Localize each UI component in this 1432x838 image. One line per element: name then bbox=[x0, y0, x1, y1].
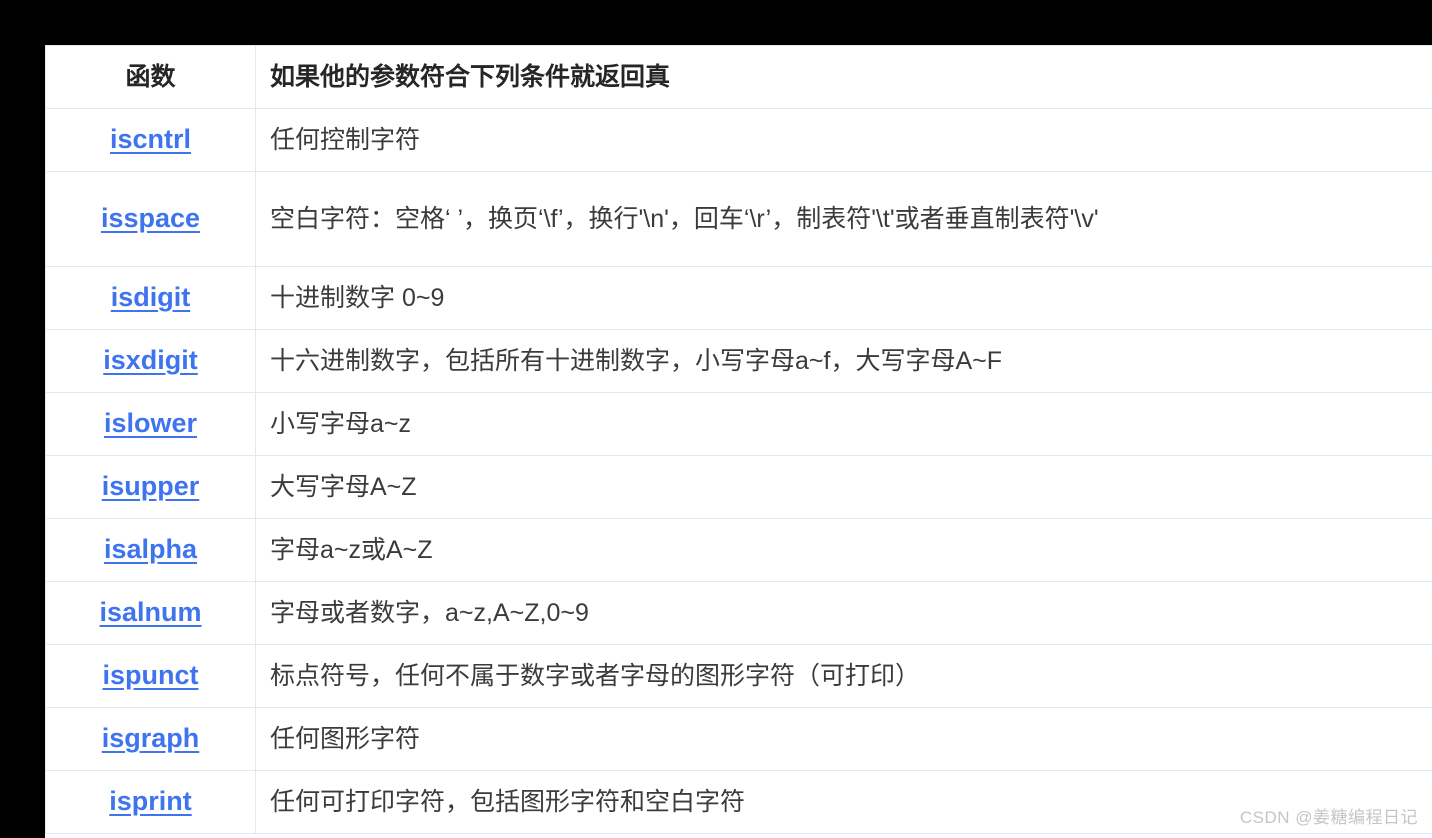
table-cell-function: isalpha bbox=[45, 518, 256, 582]
table-container: 函数 如果他的参数符合下列条件就返回真 iscntrl 任何控制字符 isspa… bbox=[45, 45, 1432, 838]
table-row: isalpha 字母a~z或A~Z bbox=[45, 518, 1432, 582]
table-cell-description: 大写字母A~Z bbox=[255, 455, 1432, 519]
ctype-function-table: 函数 如果他的参数符合下列条件就返回真 iscntrl 任何控制字符 isspa… bbox=[45, 45, 1432, 834]
function-link-isxdigit[interactable]: isxdigit bbox=[103, 345, 198, 375]
table-row: islower 小写字母a~z bbox=[45, 392, 1432, 456]
table-cell-description: 标点符号，任何不属于数字或者字母的图形字符（可打印） bbox=[255, 644, 1432, 708]
function-link-isdigit[interactable]: isdigit bbox=[111, 282, 191, 312]
table-cell-description: 小写字母a~z bbox=[255, 392, 1432, 456]
table-header: 函数 如果他的参数符合下列条件就返回真 bbox=[45, 45, 1432, 109]
function-link-isupper[interactable]: isupper bbox=[102, 471, 200, 501]
table-cell-function: isdigit bbox=[45, 266, 256, 330]
function-link-isprint[interactable]: isprint bbox=[109, 786, 192, 816]
function-link-isalpha[interactable]: isalpha bbox=[104, 534, 197, 564]
function-link-islower[interactable]: islower bbox=[104, 408, 197, 438]
table-cell-function: isxdigit bbox=[45, 329, 256, 393]
page-root: 函数 如果他的参数符合下列条件就返回真 iscntrl 任何控制字符 isspa… bbox=[0, 0, 1432, 838]
table-row: isupper 大写字母A~Z bbox=[45, 455, 1432, 519]
table-cell-function: isalnum bbox=[45, 581, 256, 645]
table-row: isspace 空白字符：空格‘ ’，换页‘\f’，换行'\n'，回车‘\r’，… bbox=[45, 171, 1432, 267]
table-body: iscntrl 任何控制字符 isspace 空白字符：空格‘ ’，换页‘\f’… bbox=[45, 108, 1432, 834]
function-link-iscntrl[interactable]: iscntrl bbox=[110, 124, 191, 154]
table-cell-function: isspace bbox=[45, 171, 256, 267]
function-link-isalnum[interactable]: isalnum bbox=[99, 597, 201, 627]
table-cell-function: islower bbox=[45, 392, 256, 456]
table-row: iscntrl 任何控制字符 bbox=[45, 108, 1432, 172]
table-header-row: 函数 如果他的参数符合下列条件就返回真 bbox=[45, 45, 1432, 109]
table-cell-function: iscntrl bbox=[45, 108, 256, 172]
table-cell-description: 十六进制数字，包括所有十进制数字，小写字母a~f，大写字母A~F bbox=[255, 329, 1432, 393]
table-row: isalnum 字母或者数字，a~z,A~Z,0~9 bbox=[45, 581, 1432, 645]
table-cell-function: isupper bbox=[45, 455, 256, 519]
table-cell-description: 空白字符：空格‘ ’，换页‘\f’，换行'\n'，回车‘\r’，制表符'\t'或… bbox=[255, 171, 1432, 267]
table-cell-function: ispunct bbox=[45, 644, 256, 708]
table-row: ispunct 标点符号，任何不属于数字或者字母的图形字符（可打印） bbox=[45, 644, 1432, 708]
function-link-ispunct[interactable]: ispunct bbox=[102, 660, 198, 690]
function-link-isgraph[interactable]: isgraph bbox=[102, 723, 200, 753]
table-cell-description: 字母a~z或A~Z bbox=[255, 518, 1432, 582]
function-link-isspace[interactable]: isspace bbox=[101, 203, 200, 233]
table-row: isgraph 任何图形字符 bbox=[45, 707, 1432, 771]
table-row: isxdigit 十六进制数字，包括所有十进制数字，小写字母a~f，大写字母A~… bbox=[45, 329, 1432, 393]
column-header-function: 函数 bbox=[45, 45, 256, 109]
column-header-description: 如果他的参数符合下列条件就返回真 bbox=[255, 45, 1432, 109]
table-cell-description: 任何图形字符 bbox=[255, 707, 1432, 771]
table-cell-description: 十进制数字 0~9 bbox=[255, 266, 1432, 330]
table-cell-description: 字母或者数字，a~z,A~Z,0~9 bbox=[255, 581, 1432, 645]
table-cell-description: 任何控制字符 bbox=[255, 108, 1432, 172]
table-row: isprint 任何可打印字符，包括图形字符和空白字符 bbox=[45, 770, 1432, 834]
table-cell-function: isgraph bbox=[45, 707, 256, 771]
table-cell-function: isprint bbox=[45, 770, 256, 834]
table-row: isdigit 十进制数字 0~9 bbox=[45, 266, 1432, 330]
table-cell-description: 任何可打印字符，包括图形字符和空白字符 bbox=[255, 770, 1432, 834]
